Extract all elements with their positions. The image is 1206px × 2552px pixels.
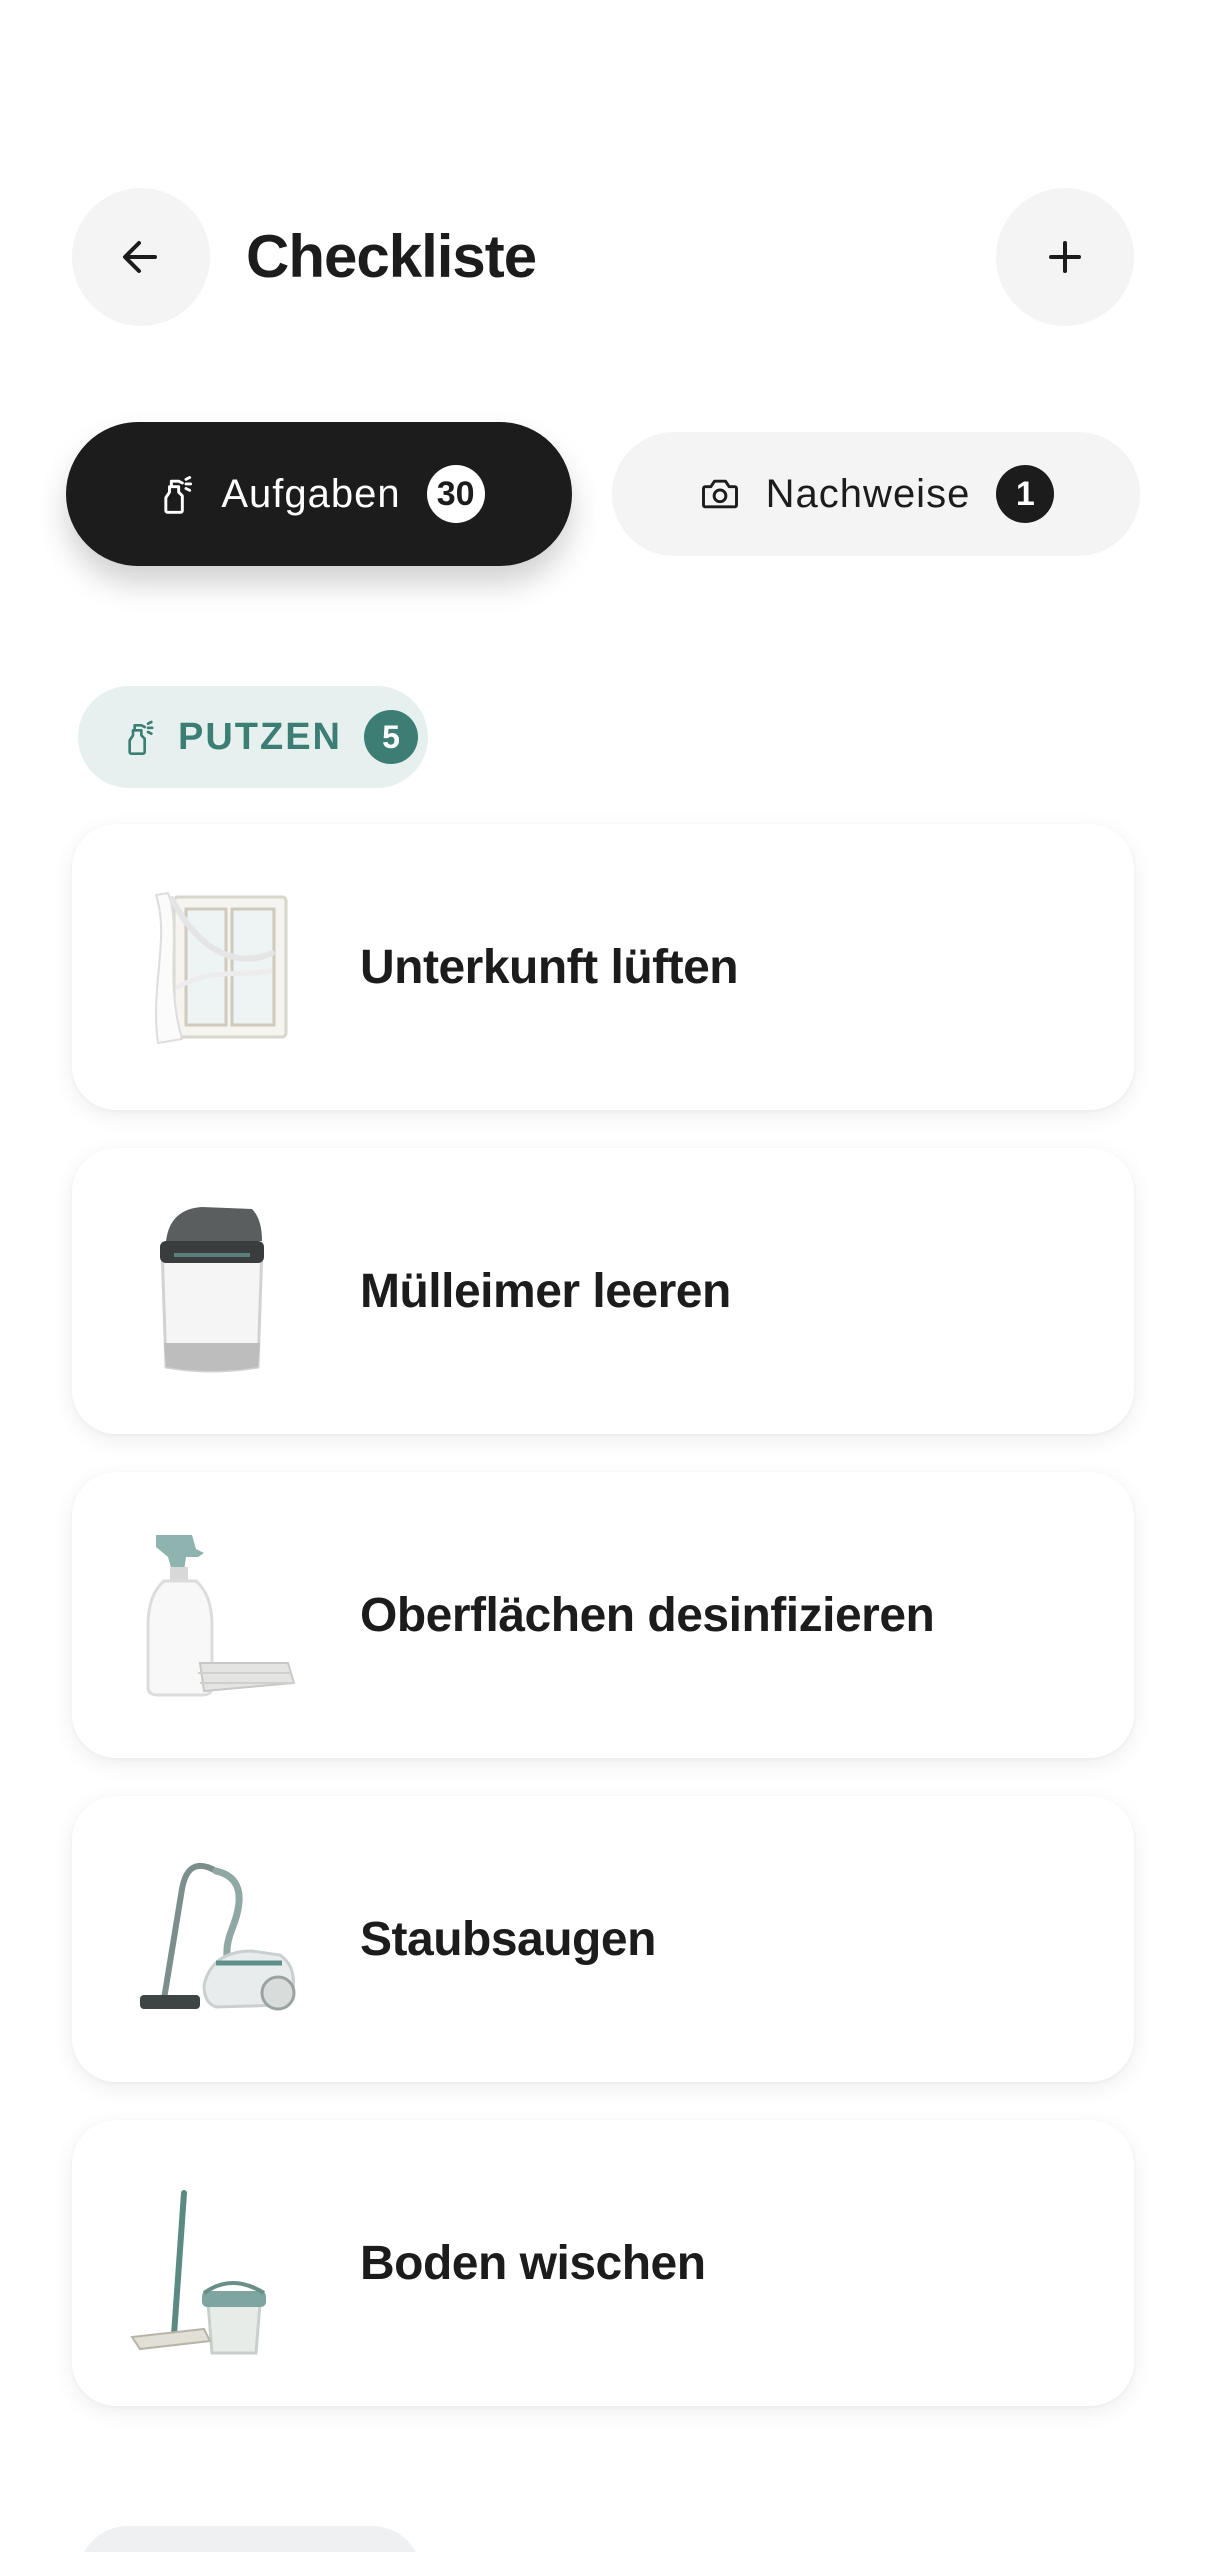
category-chip-next[interactable] <box>78 2526 422 2552</box>
arrow-left-icon <box>123 241 157 273</box>
category-label: PUTZEN <box>178 715 342 758</box>
add-task-button[interactable] <box>996 188 1134 326</box>
window-curtain-image <box>112 867 312 1067</box>
task-card[interactable]: Mülleimer leeren <box>72 1148 1134 1434</box>
tab-label: Nachweise <box>765 471 971 516</box>
vacuum-cleaner-image <box>112 1839 312 2039</box>
task-card[interactable]: Oberflächen desinfizieren <box>72 1472 1134 1758</box>
plus-icon <box>1049 241 1081 273</box>
checklist-screen: Checkliste Aufgaben 30 Nachweise 1 PUTZE… <box>0 0 1206 2552</box>
tab-nachweise[interactable]: Nachweise 1 <box>612 432 1140 556</box>
trash-bin-image <box>112 1191 312 1391</box>
mop-bucket-image <box>112 2163 312 2363</box>
task-label: Oberflächen desinfizieren <box>360 1588 935 1642</box>
tab-count-badge: 30 <box>426 465 485 523</box>
task-card[interactable]: Staubsaugen <box>72 1796 1134 2082</box>
tab-label: Aufgaben <box>221 471 401 516</box>
task-card[interactable]: Boden wischen <box>72 2120 1134 2406</box>
spray-bottle-cloth-image <box>112 1515 312 1715</box>
back-button[interactable] <box>72 188 210 326</box>
tab-count-badge: 1 <box>996 465 1055 523</box>
page-title: Checkliste <box>246 223 537 290</box>
task-label: Staubsaugen <box>360 1912 656 1966</box>
header: Checkliste <box>72 188 1134 326</box>
camera-icon <box>701 479 738 509</box>
task-label: Boden wischen <box>360 2236 706 2290</box>
spray-bottle-icon <box>164 476 193 514</box>
category-chip-putzen[interactable]: PUTZEN 5 <box>78 686 428 788</box>
category-count-badge: 5 <box>364 710 418 764</box>
task-card[interactable]: Unterkunft lüften <box>72 824 1134 1110</box>
spray-bottle-icon <box>128 720 154 755</box>
tab-aufgaben[interactable]: Aufgaben 30 <box>66 422 572 566</box>
task-label: Unterkunft lüften <box>360 940 739 994</box>
task-label: Mülleimer leeren <box>360 1264 731 1318</box>
